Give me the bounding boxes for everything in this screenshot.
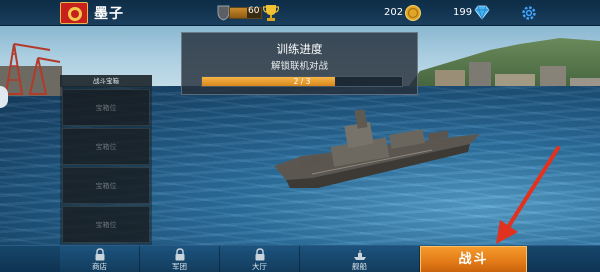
xp-value: 60 [248, 6, 260, 16]
training-subtitle: 解锁联机对战 [270, 61, 328, 72]
harbor-crane [0, 43, 62, 96]
chest-slot[interactable]: 宝箱位 [62, 167, 150, 204]
lock-icon [255, 248, 264, 261]
bottom-right-pad [527, 246, 600, 272]
nav-label: 大厅 [252, 262, 267, 271]
chest-panel-title: 战斗宝箱 [60, 75, 152, 87]
bottom-nav: 商店 军团 大厅 舰船 战斗 [0, 245, 600, 272]
trophy-icon [263, 5, 279, 21]
top-bar: 墨子 60 202 199 [0, 0, 600, 26]
nav-label: 军团 [172, 262, 187, 271]
nav-item-ships[interactable]: 舰船 [300, 246, 420, 272]
chest-slot[interactable]: 宝箱位 [62, 206, 150, 243]
gem-value: 199 [453, 7, 473, 18]
nav-label: 商店 [92, 262, 107, 271]
lock-icon [95, 248, 104, 261]
training-title: 训练进度 [276, 42, 323, 56]
ship-icon [353, 250, 366, 260]
gear-icon[interactable] [520, 4, 538, 22]
lock-icon [175, 248, 184, 261]
chest-slot[interactable]: 宝箱位 [62, 128, 150, 165]
player-avatar[interactable] [60, 2, 88, 24]
chest-panel: 战斗宝箱 宝箱位 宝箱位 宝箱位 宝箱位 [60, 75, 152, 247]
training-progress-text: 2 / 3 [293, 77, 311, 86]
xp-bar-fill [230, 8, 248, 18]
player-name: 墨子 [94, 6, 124, 22]
nav-item-lobby[interactable]: 大厅 [220, 246, 300, 272]
nav-item-legion[interactable]: 军团 [140, 246, 220, 272]
dragon-emblem-icon [68, 7, 82, 21]
battle-label: 战斗 [458, 252, 489, 267]
chest-slot[interactable]: 宝箱位 [62, 89, 150, 126]
nav-label: 舰船 [352, 262, 367, 271]
battleship [274, 109, 480, 188]
diamond-icon[interactable] [474, 5, 490, 20]
training-progress-panel: 训练进度 解锁联机对战 2 / 3 [181, 32, 418, 95]
gold-coin-icon[interactable] [405, 5, 421, 21]
battle-button[interactable]: 战斗 [420, 246, 527, 272]
gold-value: 202 [384, 7, 404, 18]
nav-item-shop[interactable]: 商店 [60, 246, 140, 272]
training-progress-bar: 2 / 3 [201, 76, 403, 87]
